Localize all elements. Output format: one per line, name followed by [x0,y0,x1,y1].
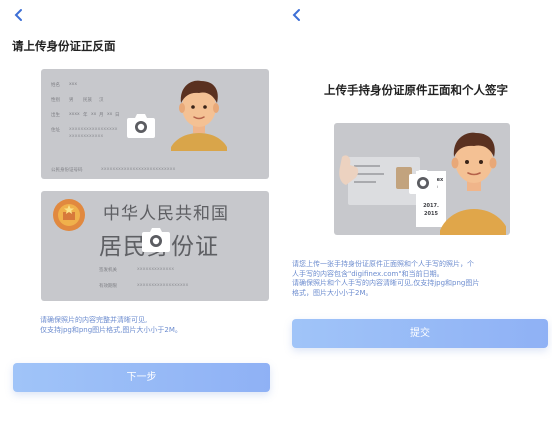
hint-line: 人手写的内容包含"digifinex.com"和当前日期。 [292,269,444,278]
field-value-day: xx [107,112,113,117]
hand-illustration [336,153,362,191]
page-title: 请上传身份证正反面 [12,39,116,53]
hint-line: 请您上传一张手持身份证原件正面照和个人手写的照片，个 [292,260,474,268]
field-value-ethnicity: 汉 [99,98,104,103]
field-value-id-number: xxxxxxxxxxxxxxxxxxxxxxxxxx [101,167,176,172]
field-value-gender: 男 [69,98,74,103]
field-value-address-2: xxxxxxxxxxxx [69,134,104,139]
field-value-address-1: xxxxxxxxxxxxxxxxx [69,127,118,132]
field-label-name: 姓名 [51,83,60,88]
field-value-authority: xxxxxxxxxxxxx [137,267,175,272]
submit-button[interactable]: 提交 [292,319,548,348]
hint-line: 请确保照片和个人手写的内容清晰可见,仅支持jpg和png图片 [292,279,480,287]
field-value-validity: xxxxxxxxxxxxxxxxxx [137,283,189,288]
field-value-month: xx [91,112,97,117]
field-label-address: 住址 [51,128,60,133]
field-value-name: xxx [69,82,77,87]
chevron-left-icon[interactable] [290,8,304,22]
field-label-ethnicity: 民族 [83,98,92,103]
country-name: 中华人民共和国 [103,204,229,224]
id-front-upload-area[interactable]: 姓名 xxx 性别 男 民族 汉 出生 xxxx 年 xx 月 xx 日 住址 … [41,69,269,179]
upload-hint: 请确保照片的内容完整并清晰可见, 仅支持jpg和png图片格式,图片大小小于2M… [40,316,260,335]
avatar-illustration [440,129,506,235]
hand-held-id-upload-screen: 上传手持身份证原件正面和个人签字 digifinex .com 2017. 20… [280,0,552,426]
camera-icon[interactable] [141,225,171,253]
field-label-year: 年 [83,113,88,118]
chevron-left-icon[interactable] [12,8,26,22]
field-label-day: 日 [115,113,120,118]
camera-icon[interactable] [408,167,438,195]
upload-hint: 请您上传一张手持身份证原件正面照和个人手写的照片，个 人手写的内容包含"digi… [292,260,548,298]
avatar-illustration [171,77,227,151]
field-label-month: 月 [99,113,104,118]
hint-line: 请确保照片的内容完整并清晰可见, [40,316,148,324]
field-label-birth: 出生 [51,113,60,118]
next-step-button[interactable]: 下一步 [13,363,270,392]
hint-line: 格式，图片大小小于2M。 [292,288,373,297]
field-label-validity: 有效期限 [99,284,117,289]
hint-line: 仅支持jpg和png图片格式,图片大小小于2M。 [40,325,182,334]
field-label-id-number: 公民身份证号码 [51,168,83,173]
national-emblem [51,197,87,237]
page-title: 上传手持身份证原件正面和个人签字 [324,83,508,97]
id-back-upload-area[interactable]: 中华人民共和国 居民身份证 签发机关 xxxxxxxxxxxxx 有效期限 xx… [41,191,269,301]
hand-held-id-upload-area[interactable]: digifinex .com 2017. 2015 [334,123,510,235]
camera-icon[interactable] [126,111,156,139]
id-upload-screen: 请上传身份证正反面 姓名 xxx 性别 男 民族 汉 出生 xxxx 年 xx … [0,0,280,426]
field-value-year: xxxx [69,112,80,117]
field-label-authority: 签发机关 [99,268,117,273]
field-label-gender: 性别 [51,98,60,103]
